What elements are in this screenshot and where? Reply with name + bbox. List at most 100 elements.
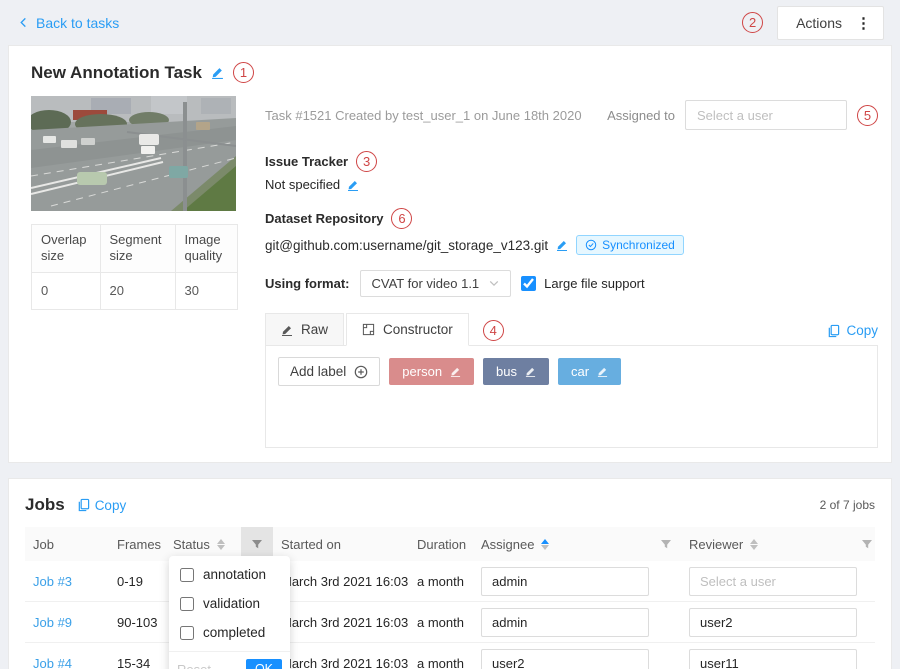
param-header-segment: Segment size bbox=[100, 225, 175, 273]
tab-constructor-label: Constructor bbox=[383, 322, 453, 337]
param-header-overlap: Overlap size bbox=[32, 225, 101, 273]
annotation-circle-3: 3 bbox=[356, 151, 377, 172]
block-icon bbox=[362, 323, 375, 336]
task-parameters-table: Overlap size Segment size Image quality … bbox=[31, 224, 238, 310]
actions-button[interactable]: Actions ⋮ bbox=[777, 6, 884, 40]
duration-cell: a month bbox=[409, 574, 473, 589]
filter-option-completed-label: completed bbox=[203, 625, 265, 640]
filter-option-validation-label: validation bbox=[203, 596, 260, 611]
table-row-job9: Job #9 90-103 March 3rd 2021 16:03 a mon… bbox=[25, 602, 875, 643]
sync-status-badge[interactable]: Synchronized bbox=[576, 235, 684, 255]
back-to-tasks-link[interactable]: Back to tasks bbox=[18, 15, 119, 31]
sync-status-label: Synchronized bbox=[602, 238, 675, 252]
top-bar: Back to tasks 2 Actions ⋮ bbox=[0, 0, 900, 45]
large-file-support-option[interactable]: Large file support bbox=[521, 276, 644, 291]
duration-cell: a month bbox=[409, 615, 473, 630]
param-value-segment: 20 bbox=[100, 272, 175, 309]
sort-icon-assignee[interactable] bbox=[541, 539, 549, 550]
filter-icon-assignee[interactable] bbox=[651, 527, 681, 561]
annotation-circle-6: 6 bbox=[391, 208, 412, 229]
label-chip-person-name: person bbox=[402, 364, 442, 379]
filter-option-annotation[interactable]: annotation bbox=[169, 560, 290, 589]
edit-title-icon[interactable] bbox=[211, 66, 224, 79]
task-preview-image bbox=[31, 96, 236, 211]
label-chip-car-name: car bbox=[571, 364, 589, 379]
large-file-support-label: Large file support bbox=[544, 276, 644, 291]
started-on-cell: March 3rd 2021 16:03 bbox=[273, 656, 409, 669]
column-header-job: Job bbox=[25, 527, 109, 561]
annotation-circle-5: 5 bbox=[857, 105, 878, 126]
annotation-circle-2: 2 bbox=[742, 12, 763, 33]
filter-checkbox-completed[interactable] bbox=[180, 626, 194, 640]
label-chip-bus[interactable]: bus bbox=[483, 358, 549, 385]
assignee-input[interactable] bbox=[481, 567, 649, 596]
edit-repository-icon[interactable] bbox=[556, 239, 568, 251]
filter-checkbox-annotation[interactable] bbox=[180, 568, 194, 582]
copy-icon bbox=[77, 498, 90, 512]
labels-copy-label: Copy bbox=[846, 323, 878, 338]
copy-icon bbox=[827, 324, 840, 338]
filter-icon-reviewer[interactable] bbox=[857, 527, 876, 561]
edit-label-icon[interactable] bbox=[450, 366, 461, 377]
tab-raw-label: Raw bbox=[301, 322, 328, 337]
more-vertical-icon: ⋮ bbox=[856, 14, 871, 32]
filter-option-validation[interactable]: validation bbox=[169, 589, 290, 618]
sort-icon-reviewer[interactable] bbox=[750, 539, 758, 550]
filter-option-completed[interactable]: completed bbox=[169, 618, 290, 647]
started-on-cell: March 3rd 2021 16:03 bbox=[273, 574, 409, 589]
reviewer-input[interactable] bbox=[689, 649, 857, 669]
labels-constructor-panel: Add label person bus bbox=[265, 345, 878, 448]
reviewer-input[interactable] bbox=[689, 567, 857, 596]
assigned-to-label: Assigned to bbox=[607, 108, 675, 123]
format-select[interactable]: CVAT for video 1.1 bbox=[360, 270, 512, 297]
jobs-count-text: 2 of 7 jobs bbox=[820, 498, 875, 512]
edit-label-icon[interactable] bbox=[597, 366, 608, 377]
column-header-assignee[interactable]: Assignee bbox=[473, 527, 651, 561]
jobs-copy-button[interactable]: Copy bbox=[77, 498, 127, 513]
using-format-label: Using format: bbox=[265, 276, 350, 291]
issue-tracker-label: Issue Tracker bbox=[265, 154, 348, 169]
jobs-table: Job Frames Status Started on Duration As… bbox=[25, 527, 875, 669]
frames-cell: 15-34 bbox=[109, 656, 165, 669]
jobs-card: Jobs Copy 2 of 7 jobs Job Frames Status … bbox=[8, 478, 892, 669]
annotation-circle-1: 1 bbox=[233, 62, 254, 83]
add-label-label: Add label bbox=[290, 364, 346, 379]
filter-reset-button[interactable]: Reset bbox=[177, 662, 211, 669]
started-on-cell: March 3rd 2021 16:03 bbox=[273, 615, 409, 630]
task-details-card: New Annotation Task 1 bbox=[8, 45, 892, 463]
edit-issue-tracker-icon[interactable] bbox=[347, 179, 359, 191]
edit-label-icon[interactable] bbox=[525, 366, 536, 377]
jobs-copy-label: Copy bbox=[95, 498, 127, 513]
filter-checkbox-validation[interactable] bbox=[180, 597, 194, 611]
tab-raw[interactable]: Raw bbox=[265, 313, 344, 346]
dataset-repository-label: Dataset Repository bbox=[265, 211, 383, 226]
filter-ok-button[interactable]: OK bbox=[246, 659, 282, 669]
table-row-job4: Job #4 15-34 March 3rd 2021 16:03 a mont… bbox=[25, 643, 875, 669]
tab-constructor[interactable]: Constructor bbox=[346, 313, 469, 346]
job-link[interactable]: Job #9 bbox=[33, 615, 72, 630]
status-filter-dropdown: annotation validation completed Reset OK bbox=[169, 556, 290, 669]
annotation-circle-4: 4 bbox=[483, 320, 504, 341]
assigned-to-input[interactable] bbox=[685, 100, 847, 130]
task-title: New Annotation Task bbox=[31, 63, 202, 83]
add-label-button[interactable]: Add label bbox=[278, 357, 380, 386]
task-meta-text: Task #1521 Created by test_user_1 on Jun… bbox=[265, 108, 582, 123]
issue-tracker-value: Not specified bbox=[265, 177, 340, 192]
assignee-input[interactable] bbox=[481, 649, 649, 669]
label-chip-person[interactable]: person bbox=[389, 358, 474, 385]
frames-cell: 0-19 bbox=[109, 574, 165, 589]
large-file-support-checkbox[interactable] bbox=[521, 276, 536, 291]
param-value-overlap: 0 bbox=[32, 272, 101, 309]
label-chip-car[interactable]: car bbox=[558, 358, 621, 385]
job-link[interactable]: Job #3 bbox=[33, 574, 72, 589]
job-link[interactable]: Job #4 bbox=[33, 656, 72, 669]
reviewer-input[interactable] bbox=[689, 608, 857, 637]
chevron-left-icon bbox=[18, 16, 29, 29]
duration-cell: a month bbox=[409, 656, 473, 669]
labels-copy-button[interactable]: Copy bbox=[827, 323, 878, 338]
repository-url: git@github.com:username/git_storage_v123… bbox=[265, 238, 548, 253]
assignee-input[interactable] bbox=[481, 608, 649, 637]
column-header-duration: Duration bbox=[409, 527, 473, 561]
column-header-reviewer[interactable]: Reviewer bbox=[681, 527, 857, 561]
sort-icon-status[interactable] bbox=[217, 539, 225, 550]
